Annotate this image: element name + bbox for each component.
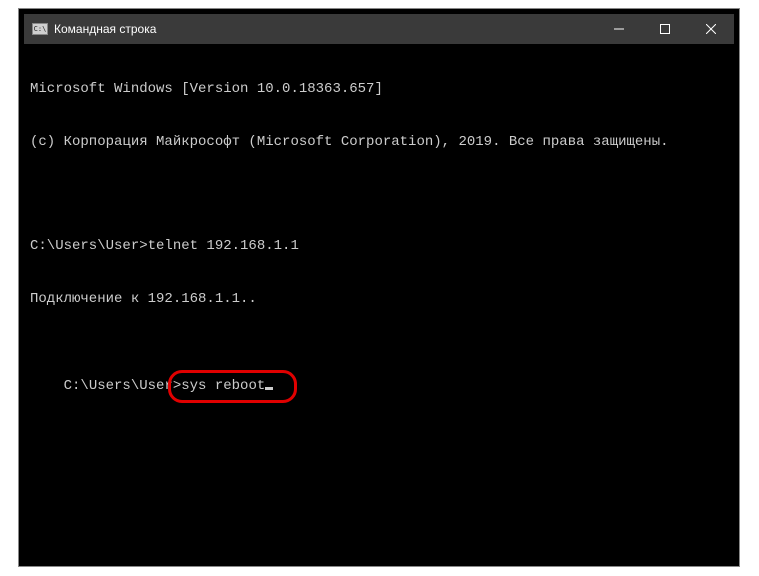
- minimize-button[interactable]: [596, 14, 642, 44]
- highlighted-command: sys reboot: [181, 378, 273, 396]
- minimize-icon: [614, 24, 624, 34]
- maximize-icon: [660, 24, 670, 34]
- terminal-line: C:\Users\User>telnet 192.168.1.1: [30, 238, 728, 256]
- command-prompt-window: C:\ Командная строка Microsoft: [24, 14, 734, 560]
- close-icon: [706, 24, 716, 34]
- maximize-button[interactable]: [642, 14, 688, 44]
- command-text: sys reboot: [181, 378, 265, 394]
- terminal-line: Microsoft Windows [Version 10.0.18363.65…: [30, 81, 728, 99]
- terminal-line: (c) Корпорация Майкрософт (Microsoft Cor…: [30, 134, 728, 152]
- titlebar[interactable]: C:\ Командная строка: [24, 14, 734, 44]
- terminal-line: Подключение к 192.168.1.1..: [30, 291, 728, 309]
- window-title: Командная строка: [54, 22, 596, 36]
- blank-line: [30, 343, 728, 360]
- cursor: [265, 387, 273, 390]
- window-controls: [596, 14, 734, 44]
- blank-line: [30, 186, 728, 203]
- prompt-text: C:\Users\User>: [64, 378, 182, 394]
- cmd-icon-text: C:\: [34, 26, 47, 33]
- cmd-icon: C:\: [32, 23, 48, 35]
- terminal-output[interactable]: Microsoft Windows [Version 10.0.18363.65…: [24, 44, 734, 415]
- close-button[interactable]: [688, 14, 734, 44]
